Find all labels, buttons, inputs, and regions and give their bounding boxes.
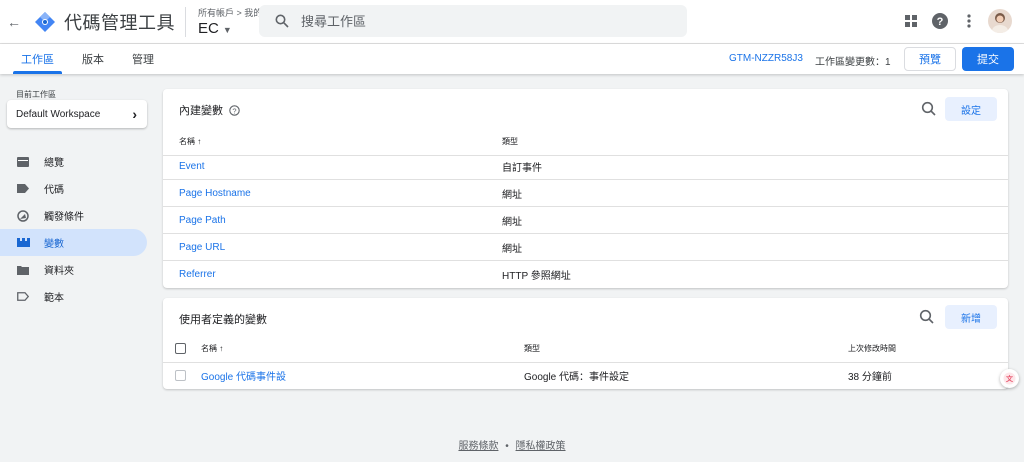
footer: 服務條款 • 隱私權政策 — [0, 437, 1024, 452]
table-row: Google 代碼事件設 Google 代碼：事件設定 38 分鐘前 — [163, 362, 1008, 389]
sub-navigation: 工作區 版本 管理 GTM-NZZR58J3 工作區變更數：1 預覽 提交 — [0, 44, 1024, 74]
sidebar-item-folders[interactable]: 資料夾 — [0, 256, 147, 283]
terms-of-service-link[interactable]: 服務條款 — [458, 441, 498, 452]
container-id-link[interactable]: GTM-NZZR58J3 — [729, 53, 803, 64]
workspace-name: Default Workspace — [16, 108, 101, 120]
user-defined-variables-title: 使用者定義的變數 — [179, 314, 267, 326]
select-all-checkbox[interactable] — [175, 343, 186, 354]
configure-button[interactable]: 設定 — [945, 97, 997, 121]
svg-text:?: ? — [937, 16, 944, 28]
table-header: 名稱 ↑ 類型 — [163, 128, 1008, 156]
sidebar-item-label: 變數 — [44, 239, 64, 250]
tag-icon — [16, 182, 30, 196]
table-row: Event 自訂事件 — [163, 153, 1008, 180]
column-header-type: 類型 — [524, 344, 540, 353]
header-divider — [185, 6, 186, 37]
builtin-variables-title: 內建變數 — [179, 105, 223, 117]
chevron-right-icon: › — [132, 106, 137, 122]
row-checkbox[interactable] — [175, 370, 186, 381]
tab-admin[interactable]: 管理 — [118, 44, 168, 74]
app-title: 代碼管理工具 — [64, 12, 175, 33]
workspace-changes-count: 工作區變更數：1 — [815, 57, 891, 68]
variable-type: 網址 — [502, 189, 522, 201]
variable-type: 網址 — [502, 243, 522, 255]
variable-name-link[interactable]: Google 代碼事件設 — [201, 362, 286, 389]
variable-icon — [16, 236, 30, 250]
sidebar-item-label: 觸發條件 — [44, 212, 84, 223]
search-input[interactable] — [301, 13, 641, 29]
sidebar-item-label: 代碼 — [44, 185, 64, 196]
template-icon — [16, 290, 30, 304]
svg-text:文: 文 — [1006, 374, 1014, 383]
sidebar-item-label: 總覽 — [44, 158, 64, 169]
search-bar[interactable] — [259, 5, 687, 37]
search-icon[interactable] — [918, 308, 936, 326]
table-row: Page URL 網址 — [163, 234, 1008, 261]
sidebar-item-overview[interactable]: 總覽 — [0, 148, 147, 175]
search-icon[interactable] — [920, 100, 938, 118]
variable-type: 網址 — [502, 216, 522, 228]
apps-grid-icon[interactable] — [898, 8, 924, 34]
variable-name-link[interactable]: Page Path — [179, 207, 226, 233]
svg-text:?: ? — [232, 106, 236, 115]
sidebar-item-triggers[interactable]: 觸發條件 — [0, 202, 147, 229]
sidebar-item-variables[interactable]: 變數 — [0, 229, 147, 256]
table-row: Page Path 網址 — [163, 207, 1008, 234]
builtin-variables-card: 內建變數 ? 設定 名稱 ↑ 類型 Event 自訂事件 Page Hostna… — [163, 89, 1008, 288]
help-outline-icon[interactable]: ? — [229, 104, 240, 116]
variable-type: Google 代碼：事件設定 — [524, 372, 630, 383]
submit-button[interactable]: 提交 — [962, 47, 1014, 71]
help-icon[interactable]: ? — [927, 8, 953, 34]
overview-icon — [16, 155, 30, 169]
variable-name-link[interactable]: Page URL — [179, 234, 225, 260]
current-workspace-label: 目前工作區 — [16, 90, 56, 99]
footer-separator: • — [505, 441, 509, 452]
variable-name-link[interactable]: Referrer — [179, 261, 216, 288]
user-defined-variables-card: 使用者定義的變數 新增 名稱 ↑ 類型 上次修改時間 Google 代碼事件設 … — [163, 298, 1008, 389]
table-row: Page Hostname 網址 — [163, 180, 1008, 207]
trigger-icon — [16, 209, 30, 223]
sidebar-nav: 總覽 代碼 觸發條件 變數 資料夾 範本 — [0, 148, 147, 310]
table-row: Referrer HTTP 參照網址 — [163, 261, 1008, 288]
tag-manager-logo — [34, 11, 56, 33]
privacy-policy-link[interactable]: 隱私權政策 — [516, 441, 566, 452]
more-vert-icon[interactable] — [956, 8, 982, 34]
dropdown-caret-icon: ▼ — [222, 25, 232, 35]
builtin-variables-title-row: 內建變數 ? — [179, 102, 240, 118]
last-modified: 38 分鐘前 — [848, 372, 892, 383]
sidebar-item-tags[interactable]: 代碼 — [0, 175, 147, 202]
table-header: 名稱 ↑ 類型 上次修改時間 — [163, 335, 1008, 363]
sidebar-item-templates[interactable]: 範本 — [0, 283, 147, 310]
back-arrow-icon[interactable]: ← — [4, 14, 24, 30]
preview-button[interactable]: 預覽 — [904, 47, 956, 71]
column-header-name[interactable]: 名稱 ↑ — [201, 335, 223, 362]
column-header-name[interactable]: 名稱 ↑ — [179, 128, 201, 155]
variable-type: 自訂事件 — [502, 162, 542, 174]
container-name: EC — [198, 20, 219, 37]
user-avatar[interactable] — [988, 9, 1012, 33]
translate-extension-icon[interactable]: 文 — [1000, 369, 1019, 388]
tab-workspace[interactable]: 工作區 — [7, 44, 68, 74]
sidebar-item-label: 資料夾 — [44, 266, 74, 277]
sidebar-item-label: 範本 — [44, 293, 64, 304]
new-variable-button[interactable]: 新增 — [945, 305, 997, 329]
column-header-last-modified: 上次修改時間 — [848, 344, 896, 353]
folder-icon — [16, 263, 30, 277]
search-icon — [275, 14, 289, 28]
variable-name-link[interactable]: Page Hostname — [179, 180, 251, 206]
variable-name-link[interactable]: Event — [179, 153, 205, 179]
workspace-selector[interactable]: Default Workspace › — [7, 100, 147, 128]
tab-versions[interactable]: 版本 — [68, 44, 118, 74]
top-right-icons: ? — [895, 8, 1012, 34]
column-header-type: 類型 — [502, 137, 518, 146]
variable-type: HTTP 參照網址 — [502, 271, 571, 282]
